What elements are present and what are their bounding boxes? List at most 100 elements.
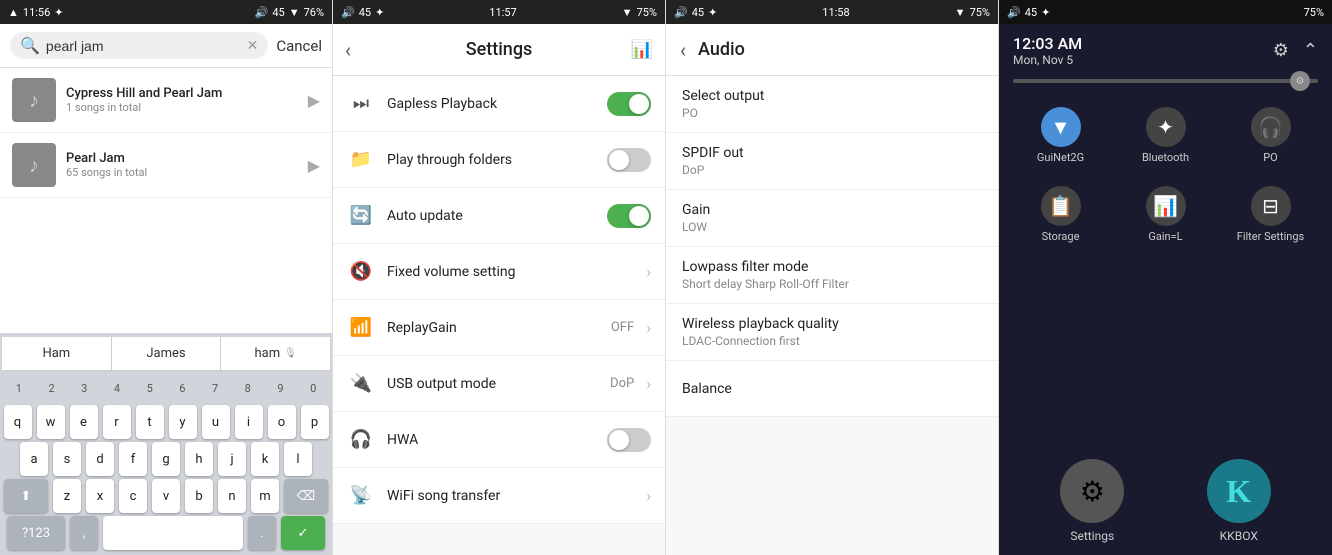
- kb-num-8[interactable]: 8: [233, 374, 263, 402]
- kb-num-5[interactable]: 5: [135, 374, 165, 402]
- kb-j[interactable]: j: [218, 442, 246, 476]
- settings-item-usb[interactable]: 🔌 USB output mode DoP ›: [333, 356, 665, 412]
- kb-z[interactable]: z: [53, 479, 81, 513]
- folders-toggle[interactable]: [607, 148, 651, 172]
- kb-space[interactable]: [103, 516, 243, 550]
- hwa-toggle[interactable]: [607, 428, 651, 452]
- kb-x[interactable]: x: [86, 479, 114, 513]
- audio-item-wireless[interactable]: Wireless playback quality LDAC-Connectio…: [666, 304, 998, 361]
- kb-v[interactable]: v: [152, 479, 180, 513]
- kb-num-4[interactable]: 4: [102, 374, 132, 402]
- audio-back-icon[interactable]: ‹: [680, 38, 686, 62]
- kb-c[interactable]: c: [119, 479, 147, 513]
- vol-icon-4: 🔊: [1007, 6, 1021, 19]
- cancel-button[interactable]: Cancel: [276, 37, 322, 55]
- tile-label-po: PO: [1263, 151, 1278, 164]
- gapless-toggle[interactable]: [607, 92, 651, 116]
- settings-panel: 🔊 45 ✦ 11:57 ▼ 75% ‹ Settings 📊 ⏭ Gaples…: [333, 0, 666, 555]
- kb-period[interactable]: .: [248, 516, 276, 550]
- notif-time: 12:03 AM: [1013, 34, 1082, 53]
- audio-item-title: Balance: [682, 381, 982, 397]
- settings-item-replaygain[interactable]: 📶 ReplayGain OFF ›: [333, 300, 665, 356]
- kb-b[interactable]: b: [185, 479, 213, 513]
- audio-item-gain[interactable]: Gain LOW: [666, 190, 998, 247]
- kb-num-0[interactable]: 0: [298, 374, 328, 402]
- audio-item-spdif[interactable]: SPDIF out DoP: [666, 133, 998, 190]
- tile-filter[interactable]: ⊟ Filter Settings: [1219, 176, 1322, 253]
- kb-f[interactable]: f: [119, 442, 147, 476]
- kb-d[interactable]: d: [86, 442, 114, 476]
- kb-g[interactable]: g: [152, 442, 180, 476]
- tile-guinet2g[interactable]: ▼ GuiNet2G: [1009, 97, 1112, 174]
- suggestion-1[interactable]: James: [112, 337, 222, 370]
- kb-shift[interactable]: ⬆: [4, 479, 48, 513]
- kb-a[interactable]: a: [20, 442, 48, 476]
- kb-l[interactable]: l: [284, 442, 312, 476]
- settings-label-autoupdate: Auto update: [387, 208, 595, 224]
- kb-o[interactable]: o: [268, 405, 296, 439]
- back-arrow-icon[interactable]: ‹: [345, 38, 351, 62]
- autoupdate-toggle[interactable]: [607, 204, 651, 228]
- kb-k[interactable]: k: [251, 442, 279, 476]
- audio-item-balance[interactable]: Balance: [666, 361, 998, 417]
- search-input[interactable]: [46, 38, 241, 54]
- settings-item-hwa[interactable]: 🎧 HWA: [333, 412, 665, 468]
- audio-item-title: Select output: [682, 88, 982, 104]
- suggestion-0[interactable]: Ham: [2, 337, 112, 370]
- settings-item-folders[interactable]: 📁 Play through folders: [333, 132, 665, 188]
- kb-comma[interactable]: ,: [70, 516, 98, 550]
- audio-item-lowpass[interactable]: Lowpass filter mode Short delay Sharp Ro…: [666, 247, 998, 304]
- settings-item-autoupdate[interactable]: 🔄 Auto update: [333, 188, 665, 244]
- search-input-wrap[interactable]: 🔍 ✕: [10, 32, 268, 59]
- kb-r[interactable]: r: [103, 405, 131, 439]
- kb-symbols[interactable]: ?123: [7, 516, 65, 550]
- audio-item-title: Lowpass filter mode: [682, 259, 982, 275]
- settings-item-gapless[interactable]: ⏭ Gapless Playback: [333, 76, 665, 132]
- kb-p[interactable]: p: [301, 405, 329, 439]
- status-vol-2: 45: [359, 6, 371, 19]
- tile-po[interactable]: 🎧 PO: [1219, 97, 1322, 174]
- kb-u[interactable]: u: [202, 405, 230, 439]
- kb-backspace[interactable]: ⌫: [284, 479, 328, 513]
- kb-num-2[interactable]: 2: [37, 374, 67, 402]
- storage-icon: 📋: [1041, 186, 1081, 226]
- kb-n[interactable]: n: [218, 479, 246, 513]
- list-item[interactable]: ♪ Cypress Hill and Pearl Jam 1 songs in …: [0, 68, 332, 133]
- kb-num-7[interactable]: 7: [200, 374, 230, 402]
- kb-w[interactable]: w: [37, 405, 65, 439]
- tile-storage[interactable]: 📋 Storage: [1009, 176, 1112, 253]
- play-icon[interactable]: ▶: [308, 91, 320, 110]
- app-kkbox[interactable]: K KKBOX: [1207, 459, 1271, 543]
- collapse-icon[interactable]: ⌃: [1303, 40, 1318, 61]
- settings-item-volume[interactable]: 🔇 Fixed volume setting ›: [333, 244, 665, 300]
- list-item[interactable]: ♪ Pearl Jam 65 songs in total ▶: [0, 133, 332, 198]
- tile-gainl[interactable]: 📊 Gain=L: [1114, 176, 1217, 253]
- kb-num-6[interactable]: 6: [168, 374, 198, 402]
- app-settings[interactable]: ⚙ Settings: [1060, 459, 1124, 543]
- settings-icon[interactable]: ⚙: [1273, 40, 1289, 61]
- search-bar: 🔍 ✕ Cancel: [0, 24, 332, 68]
- keyboard-suggestions: Ham James ham 🎙: [2, 337, 330, 371]
- audio-item-output[interactable]: Select output PO: [666, 76, 998, 133]
- kb-num-1[interactable]: 1: [4, 374, 34, 402]
- tile-bluetooth[interactable]: ✦ Bluetooth: [1114, 97, 1217, 174]
- bluetooth-icon-4: ✦: [1041, 6, 1050, 19]
- equalizer-icon[interactable]: 📊: [631, 39, 653, 60]
- kb-m[interactable]: m: [251, 479, 279, 513]
- play-icon[interactable]: ▶: [308, 156, 320, 175]
- kb-h[interactable]: h: [185, 442, 213, 476]
- kb-i[interactable]: i: [235, 405, 263, 439]
- kb-t[interactable]: t: [136, 405, 164, 439]
- kb-num-3[interactable]: 3: [69, 374, 99, 402]
- settings-label-wifi: WiFi song transfer: [387, 488, 634, 504]
- kb-e[interactable]: e: [70, 405, 98, 439]
- hwa-icon: 🎧: [347, 426, 375, 454]
- kb-s[interactable]: s: [53, 442, 81, 476]
- kb-y[interactable]: y: [169, 405, 197, 439]
- kb-q[interactable]: q: [4, 405, 32, 439]
- settings-item-wifi[interactable]: 📡 WiFi song transfer ›: [333, 468, 665, 524]
- kb-num-9[interactable]: 9: [266, 374, 296, 402]
- brightness-bar[interactable]: ⚙: [1013, 79, 1318, 83]
- clear-search-icon[interactable]: ✕: [247, 38, 259, 54]
- kb-enter[interactable]: ✓: [281, 516, 325, 550]
